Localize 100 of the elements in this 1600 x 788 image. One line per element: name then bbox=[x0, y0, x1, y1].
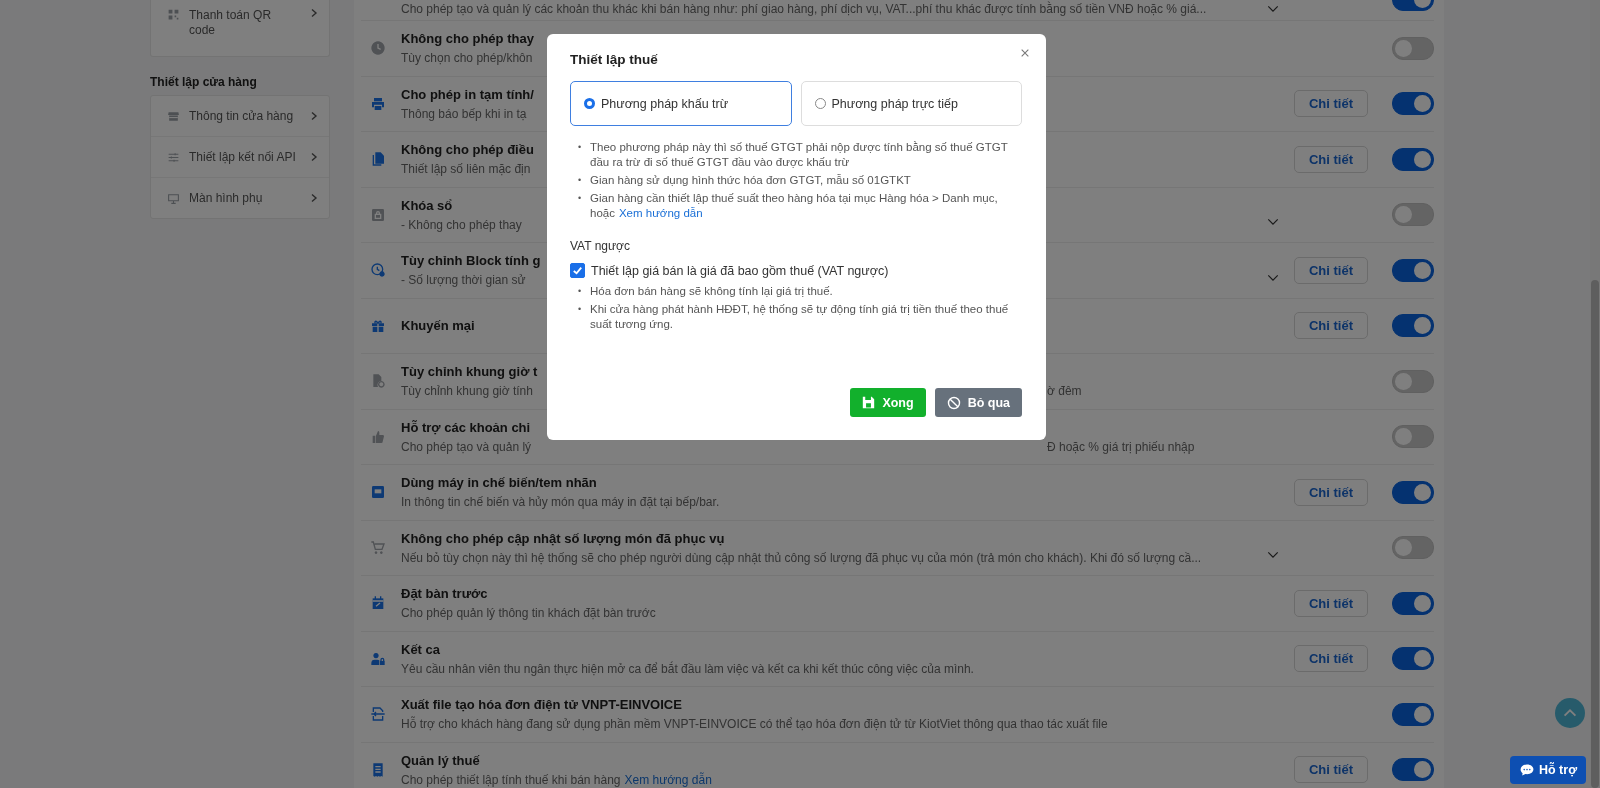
section-heading: Thiết lập cửa hàng bbox=[150, 75, 258, 89]
toggle-switch[interactable] bbox=[1392, 758, 1434, 782]
guide-link[interactable]: Xem hướng dẫn bbox=[624, 772, 712, 787]
toggle-switch[interactable] bbox=[1392, 647, 1434, 671]
bullet: • bbox=[578, 174, 583, 187]
setting-description: Thông báo bếp khi in tạ bbox=[401, 106, 527, 121]
method-option[interactable]: Phương pháp trực tiếp bbox=[800, 81, 1022, 126]
chevron-right-icon bbox=[309, 193, 319, 203]
cart-icon bbox=[370, 539, 386, 556]
file-clock-icon bbox=[370, 373, 386, 390]
skip-button[interactable]: Bỏ qua bbox=[934, 388, 1022, 417]
toggle-switch[interactable] bbox=[1392, 425, 1434, 449]
detail-button[interactable]: Chi tiết bbox=[1294, 256, 1368, 284]
chevron-down-icon[interactable] bbox=[1267, 217, 1279, 227]
detail-button[interactable]: Chi tiết bbox=[1294, 645, 1368, 673]
chevron-down-icon[interactable] bbox=[1267, 550, 1279, 560]
grid-icon bbox=[167, 8, 180, 21]
scroll-top-button[interactable] bbox=[1555, 698, 1585, 728]
close-icon[interactable] bbox=[1020, 48, 1030, 58]
document-arrow-icon bbox=[370, 706, 386, 723]
menu-item[interactable]: Thông tin cửa hàng bbox=[151, 96, 329, 137]
save-icon bbox=[862, 396, 876, 409]
setting-description: In thông tin chế biến và hủy món qua máy in đặt tại bếp/bar. bbox=[401, 495, 720, 510]
setting-title: Quản lý thuế bbox=[401, 752, 480, 768]
setting-description: Tùy chọn cho phép/khôn bbox=[401, 51, 533, 66]
toggle-switch[interactable] bbox=[1392, 92, 1434, 116]
done-button[interactable]: Xong bbox=[850, 388, 926, 417]
chat-icon bbox=[1518, 762, 1535, 778]
setting-title: Không cho phép điều bbox=[401, 142, 534, 158]
prohibited-icon bbox=[946, 395, 961, 410]
support-button[interactable]: Hỗ trợ bbox=[1510, 756, 1586, 784]
setting-description: Đ hoặc % giá trị phiếu nhập bbox=[1047, 439, 1195, 454]
setting-title: Khóa sổ bbox=[401, 197, 453, 213]
monitor-icon bbox=[167, 191, 180, 205]
toggle-switch[interactable] bbox=[1392, 36, 1434, 60]
bullet: • bbox=[578, 303, 583, 316]
setting-title: Dùng máy in chế biến/tem nhãn bbox=[401, 475, 597, 491]
setting-description: Cho phép tạo và quản lý bbox=[401, 439, 533, 454]
setting-title: Hỗ trợ các khoản chi bbox=[401, 419, 531, 435]
scrollbar-thumb[interactable] bbox=[1591, 280, 1599, 788]
toggle-switch[interactable] bbox=[1392, 147, 1434, 171]
setting-description: Tùy chỉnh khung giờ tính bbox=[401, 384, 534, 399]
toggle-switch[interactable] bbox=[1392, 591, 1434, 615]
setting-description: Hỗ trợ cho khách hàng đang sử dụng phần mềm VNPT-EINVOICE có thể tạo hóa đơn điện tử từ KiotViet thông qua thao tác xuất file bbox=[401, 717, 1108, 732]
setting-description: Cho phép quản lý thông tin khách đặt bàn trước bbox=[401, 606, 656, 621]
menu-item[interactable]: Màn hình phụ bbox=[151, 178, 329, 218]
checkbox-label: Thiết lập giá bán là giá đã bao gồm thuế (VAT ngược) bbox=[591, 263, 889, 278]
printer-icon bbox=[370, 484, 386, 501]
method-option[interactable]: Phương pháp khấu trừ bbox=[570, 81, 792, 126]
toggle-switch[interactable] bbox=[1392, 369, 1434, 393]
note-text: Theo phương pháp này thì số thuế GTGT phải nộp được tính bằng số thuế GTGT đầu ra trừ đi số thuế GTGT đầu vào được khấu trừ bbox=[590, 140, 1009, 170]
setting-title: Cho phép in tạm tính/ bbox=[401, 86, 534, 102]
checkbox[interactable] bbox=[570, 263, 585, 278]
calendar-icon bbox=[370, 595, 386, 612]
detail-button[interactable]: Chi tiết bbox=[1294, 145, 1368, 173]
sliders-icon bbox=[167, 150, 180, 164]
detail-button[interactable]: Chi tiết bbox=[1294, 312, 1368, 340]
documents-icon bbox=[370, 151, 386, 168]
detail-button[interactable]: Chi tiết bbox=[1294, 478, 1368, 506]
guide-link[interactable]: Xem hướng dẫn bbox=[618, 207, 703, 219]
setting-description: Thiết lập số liên mặc địn bbox=[401, 162, 531, 177]
note-text: Gian hàng cần thiết lập thuế suất theo hàng hóa tại mục Hàng hóa > Danh mục, hoặc Xem hướng dẫn bbox=[590, 191, 999, 221]
chevron-right-icon bbox=[309, 111, 319, 121]
toggle-switch[interactable] bbox=[1392, 203, 1434, 227]
toggle-switch[interactable] bbox=[1392, 314, 1434, 338]
detail-button[interactable]: Chi tiết bbox=[1294, 90, 1368, 118]
setting-description: Nếu bỏ tùy chọn này thì hệ thống sẽ cho phép người dùng cập nhật thủ công số lượng đã phục vụ của món (trả món cho khách). Khi đó số lượng cầ... bbox=[401, 550, 1202, 565]
hand-icon bbox=[370, 428, 386, 445]
clock-icon bbox=[370, 40, 386, 57]
menu-item[interactable]: Thiết lập kết nối API bbox=[151, 137, 329, 178]
detail-button[interactable]: Chi tiết bbox=[1294, 589, 1368, 617]
users-icon bbox=[370, 650, 386, 667]
setting-title: Đặt bàn trước bbox=[401, 586, 488, 602]
receipt-icon bbox=[370, 761, 386, 778]
printer-icon bbox=[370, 95, 386, 112]
chevron-down-icon[interactable] bbox=[1267, 272, 1279, 282]
section-label: VAT ngược bbox=[570, 239, 630, 253]
toggle-switch[interactable] bbox=[1392, 536, 1434, 560]
toggle-switch[interactable] bbox=[1392, 702, 1434, 726]
setting-description: ờ đêm bbox=[1047, 384, 1082, 399]
bullet: • bbox=[578, 141, 583, 154]
detail-button[interactable]: Chi tiết bbox=[1294, 756, 1368, 784]
note-text: Gian hàng sử dụng hình thức hóa đơn GTGT, mẫu số 01GTKT bbox=[590, 173, 912, 188]
dialog-title: Thiết lập thuế bbox=[570, 52, 658, 67]
note-text: Khi cửa hàng phát hành HĐĐT, hệ thống sẽ tự động tính giá trị tiền thuế theo thuế suất tương ứng. bbox=[590, 302, 1010, 332]
setting-description: Yêu cầu nhân viên thu ngân thực hiện mở ca để bắt đầu làm việc và kết ca khi kết thúc công việc của mình. bbox=[401, 661, 974, 676]
setting-title: Tùy chỉnh khung giờ t bbox=[401, 364, 538, 380]
toggle-switch[interactable] bbox=[1392, 258, 1434, 282]
store-icon bbox=[167, 109, 180, 123]
checkmark-icon bbox=[571, 264, 584, 277]
chevron-right-icon bbox=[309, 152, 319, 162]
setting-title: Xuất file tạo hóa đơn điện tử VNPT-EINVOICE bbox=[401, 697, 682, 713]
setting-description: Cho phép thiết lập tính thuế khi bán hàng Xem hướng dẫn bbox=[401, 772, 712, 787]
setting-title: Không cho phép cập nhật số lượng món đã phục vụ bbox=[401, 530, 725, 546]
chevron-down-icon[interactable] bbox=[1267, 4, 1279, 13]
menu-item[interactable]: Thanh toán QR code bbox=[151, 0, 329, 56]
toggle-switch[interactable] bbox=[1392, 480, 1434, 504]
setting-title: Không cho phép thay bbox=[401, 31, 534, 47]
radio-button[interactable] bbox=[584, 98, 595, 109]
setting-description: Cho phép tạo và quản lý các khoản thu khác khi bán hàng như: phí giao hàng, phí dịch vụ, VAT...phí thu khác được tính bằng số tiền VNĐ hoặc % giá... bbox=[401, 2, 1207, 16]
